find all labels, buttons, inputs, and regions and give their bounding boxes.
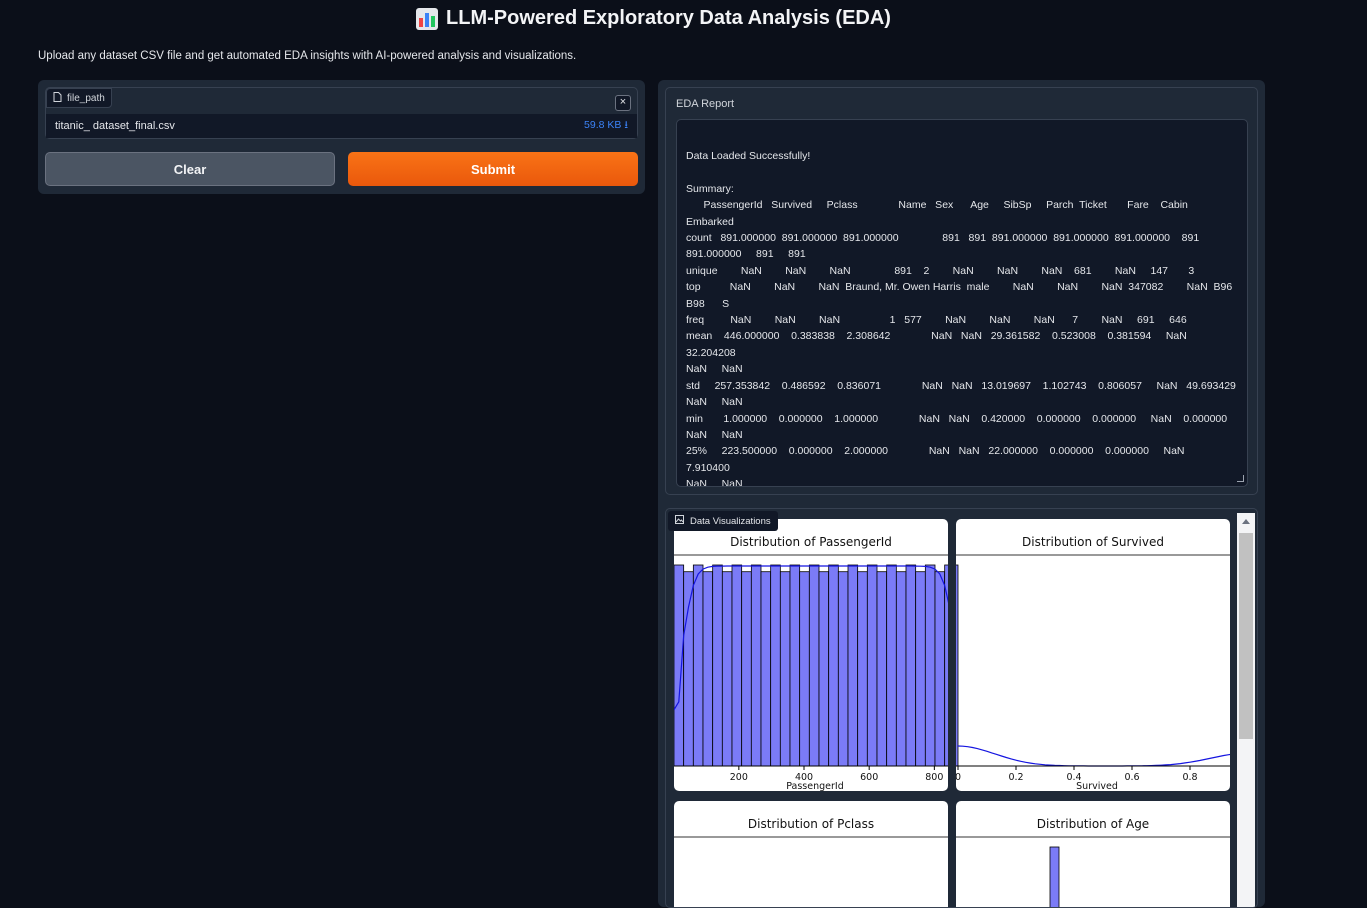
histogram-bar: [866, 564, 878, 767]
scroll-up-arrow-icon[interactable]: [1242, 519, 1250, 524]
eda-report: EDA Report Data Loaded Successfully! Sum…: [665, 87, 1258, 495]
histogram-bar: [692, 564, 704, 767]
bar-chart-icon: [416, 7, 439, 30]
histogram-bar: [683, 571, 694, 767]
x-tick-label: 0.6: [1124, 772, 1139, 783]
histogram-bar: [895, 571, 907, 767]
kde-line: [957, 745, 1230, 767]
x-tick-label: 600: [860, 772, 878, 783]
histogram-bar: [837, 571, 849, 767]
histogram-bar: [770, 564, 781, 767]
page-subtitle: Upload any dataset CSV file and get auto…: [38, 50, 577, 62]
chart-pclass-svg: Distribution of Pclass: [674, 817, 948, 838]
input-panel: file_path × titanic_ dataset_final.csv 5…: [38, 80, 645, 194]
histogram-bar: [750, 564, 762, 767]
chart-title: Distribution of Survived: [1022, 535, 1164, 549]
chart-title: Distribution of PassengerId: [730, 535, 892, 549]
histogram-bar: [956, 564, 959, 767]
histogram-bar: [702, 571, 714, 767]
submit-button[interactable]: Submit: [348, 152, 638, 186]
histogram-bar: [721, 571, 733, 767]
x-axis-label: PassengerId: [786, 781, 844, 791]
x-tick-label: 800: [925, 772, 943, 783]
x-tick-label: 200: [730, 772, 748, 783]
histogram-bar: [799, 571, 810, 767]
histogram-bar: [808, 564, 820, 767]
image-icon: [675, 515, 684, 527]
visualization-gallery: Data Visualizations Distribution of Pass…: [665, 508, 1258, 908]
histogram-bar: [905, 564, 917, 767]
resize-handle-icon[interactable]: [1237, 475, 1244, 482]
histogram-bar: [915, 571, 926, 767]
chart-passengerid-svg: Distribution of PassengerId200 400 600 800P…: [674, 535, 948, 791]
chart-survived[interactable]: Distribution of Survived00.20.40.60.8Sur…: [956, 519, 1230, 791]
chart-age[interactable]: Distribution of Age: [956, 801, 1230, 907]
histogram-bar: [828, 564, 839, 767]
histogram-bar: [934, 571, 946, 767]
report-label: EDA Report: [676, 98, 735, 110]
clear-button[interactable]: Clear: [45, 152, 335, 186]
gallery-scrollbar[interactable]: [1237, 513, 1255, 907]
chart-title: Distribution of Age: [1037, 817, 1149, 831]
histogram-bar: [760, 571, 772, 767]
file-icon: [53, 91, 62, 105]
histogram-bar: [731, 564, 743, 767]
histogram-bar: [789, 564, 801, 767]
page-title-text: LLM-Powered Exploratory Data Analysis (E…: [446, 7, 891, 29]
output-panel: EDA Report Data Loaded Successfully! Sum…: [658, 80, 1265, 908]
chart-survived-svg: Distribution of Survived00.20.40.60.8Sur…: [956, 535, 1230, 791]
file-upload[interactable]: file_path × titanic_ dataset_final.csv 5…: [45, 87, 638, 139]
scroll-thumb[interactable]: [1239, 533, 1253, 739]
report-textarea[interactable]: Data Loaded Successfully! Summary: Passe…: [676, 119, 1248, 487]
page-title: LLM-Powered Exploratory Data Analysis (E…: [0, 7, 1307, 30]
chart-pclass[interactable]: Distribution of Pclass: [674, 801, 948, 907]
histogram-bar: [818, 571, 830, 767]
file-label-text: file_path: [67, 92, 105, 104]
histogram-bar: [924, 564, 936, 767]
close-icon[interactable]: ×: [615, 95, 631, 111]
histogram-bar: [886, 564, 897, 767]
uploaded-file-row[interactable]: titanic_ dataset_final.csv 59.8 KB ⭳: [46, 114, 637, 138]
histogram-bar: [847, 564, 859, 767]
download-arrow-icon: ⭳: [624, 119, 628, 131]
file-name: titanic_ dataset_final.csv: [55, 120, 175, 132]
viz-label-text: Data Visualizations: [690, 515, 771, 527]
x-tick-label: 0.2: [1008, 772, 1023, 783]
viz-label: Data Visualizations: [668, 511, 778, 531]
x-axis-label: Survived: [1076, 781, 1118, 791]
file-label: file_path: [46, 88, 112, 108]
chart-passengerid[interactable]: Distribution of PassengerId 200 400 600 800 P…: [674, 519, 948, 791]
histogram-bar: [712, 564, 723, 767]
histogram-bar: [1049, 846, 1060, 907]
histogram-bar: [876, 571, 888, 767]
histogram-bar: [674, 564, 685, 767]
x-tick-label: 0: [956, 772, 961, 783]
x-tick-label: 0.8: [1182, 772, 1197, 783]
file-size[interactable]: 59.8 KB ⭳: [584, 117, 628, 135]
chart-age-svg: Distribution of Age: [956, 817, 1230, 907]
histogram-bar: [857, 571, 868, 767]
chart-title: Distribution of Pclass: [748, 817, 874, 831]
histogram-bar: [779, 571, 791, 767]
histogram-bar: [741, 571, 752, 767]
